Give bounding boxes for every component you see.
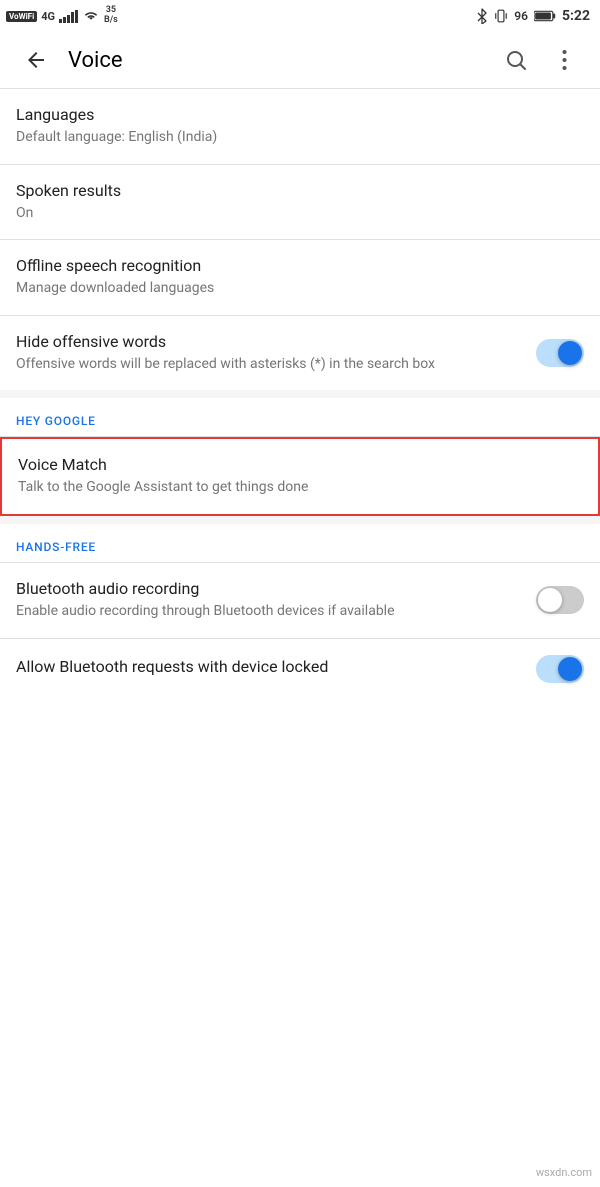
setting-offline-speech-title: Offline speech recognition <box>16 256 584 275</box>
signal-bars <box>59 9 78 23</box>
status-bar: VoWiFi 4G 35B/s 96 <box>0 0 600 32</box>
more-options-button[interactable] <box>544 40 584 80</box>
toggle-thumb <box>558 341 582 365</box>
setting-spoken-results[interactable]: Spoken results On <box>0 165 600 240</box>
battery-icon <box>534 10 556 22</box>
top-actions <box>496 40 584 80</box>
setting-hide-offensive-subtitle: Offensive words will be replaced with as… <box>16 355 520 375</box>
setting-bluetooth-audio-subtitle: Enable audio recording through Bluetooth… <box>16 602 520 622</box>
setting-hide-offensive[interactable]: Hide offensive words Offensive words wil… <box>0 316 600 391</box>
setting-offline-speech-subtitle: Manage downloaded languages <box>16 279 584 299</box>
setting-hide-offensive-title: Hide offensive words <box>16 332 520 351</box>
voice-match-subtitle: Talk to the Google Assistant to get thin… <box>18 478 582 498</box>
vibrate-icon <box>494 9 508 23</box>
bluetooth-audio-toggle[interactable] <box>536 586 584 614</box>
setting-bluetooth-audio-title: Bluetooth audio recording <box>16 579 520 598</box>
time-display: 5:22 <box>562 8 590 24</box>
section-divider-thick-1 <box>0 390 600 398</box>
voice-match-title: Voice Match <box>18 455 582 474</box>
section-header-hands-free: HANDS-FREE <box>0 524 600 562</box>
search-button[interactable] <box>496 40 536 80</box>
watermark: wsxdn.com <box>536 1166 592 1179</box>
setting-bluetooth-audio-text: Bluetooth audio recording Enable audio r… <box>16 579 536 622</box>
back-button[interactable] <box>16 40 56 80</box>
network-type: 4G <box>41 10 55 23</box>
setting-bluetooth-locked[interactable]: Allow Bluetooth requests with device loc… <box>0 639 600 699</box>
battery-level: 96 <box>514 9 528 23</box>
setting-bluetooth-locked-text: Allow Bluetooth requests with device loc… <box>16 657 536 680</box>
hide-offensive-toggle[interactable] <box>536 339 584 367</box>
setting-offline-speech[interactable]: Offline speech recognition Manage downlo… <box>0 240 600 315</box>
status-left: VoWiFi 4G 35B/s <box>6 6 118 26</box>
bluetooth-icon <box>476 8 488 24</box>
app-bar: Voice <box>0 32 600 88</box>
section-divider-thick-2 <box>0 516 600 524</box>
section-header-hey-google: HEY GOOGLE <box>0 398 600 436</box>
setting-languages-subtitle: Default language: English (India) <box>16 128 584 148</box>
status-right: 96 5:22 <box>476 8 590 24</box>
toggle-thumb-3 <box>558 657 582 681</box>
setting-hide-offensive-text: Hide offensive words Offensive words wil… <box>16 332 536 375</box>
network-speed: 35B/s <box>104 6 118 26</box>
page-title: Voice <box>68 48 496 73</box>
setting-spoken-results-title: Spoken results <box>16 181 584 200</box>
setting-languages[interactable]: Languages Default language: English (Ind… <box>0 89 600 164</box>
setting-languages-title: Languages <box>16 105 584 124</box>
wifi-icon <box>82 9 100 23</box>
setting-bluetooth-locked-title: Allow Bluetooth requests with device loc… <box>16 657 520 676</box>
setting-bluetooth-audio[interactable]: Bluetooth audio recording Enable audio r… <box>0 563 600 638</box>
setting-spoken-results-subtitle: On <box>16 204 584 224</box>
vowifi-badge: VoWiFi <box>6 11 37 22</box>
setting-voice-match[interactable]: Voice Match Talk to the Google Assistant… <box>0 437 600 516</box>
bluetooth-locked-toggle[interactable] <box>536 655 584 683</box>
